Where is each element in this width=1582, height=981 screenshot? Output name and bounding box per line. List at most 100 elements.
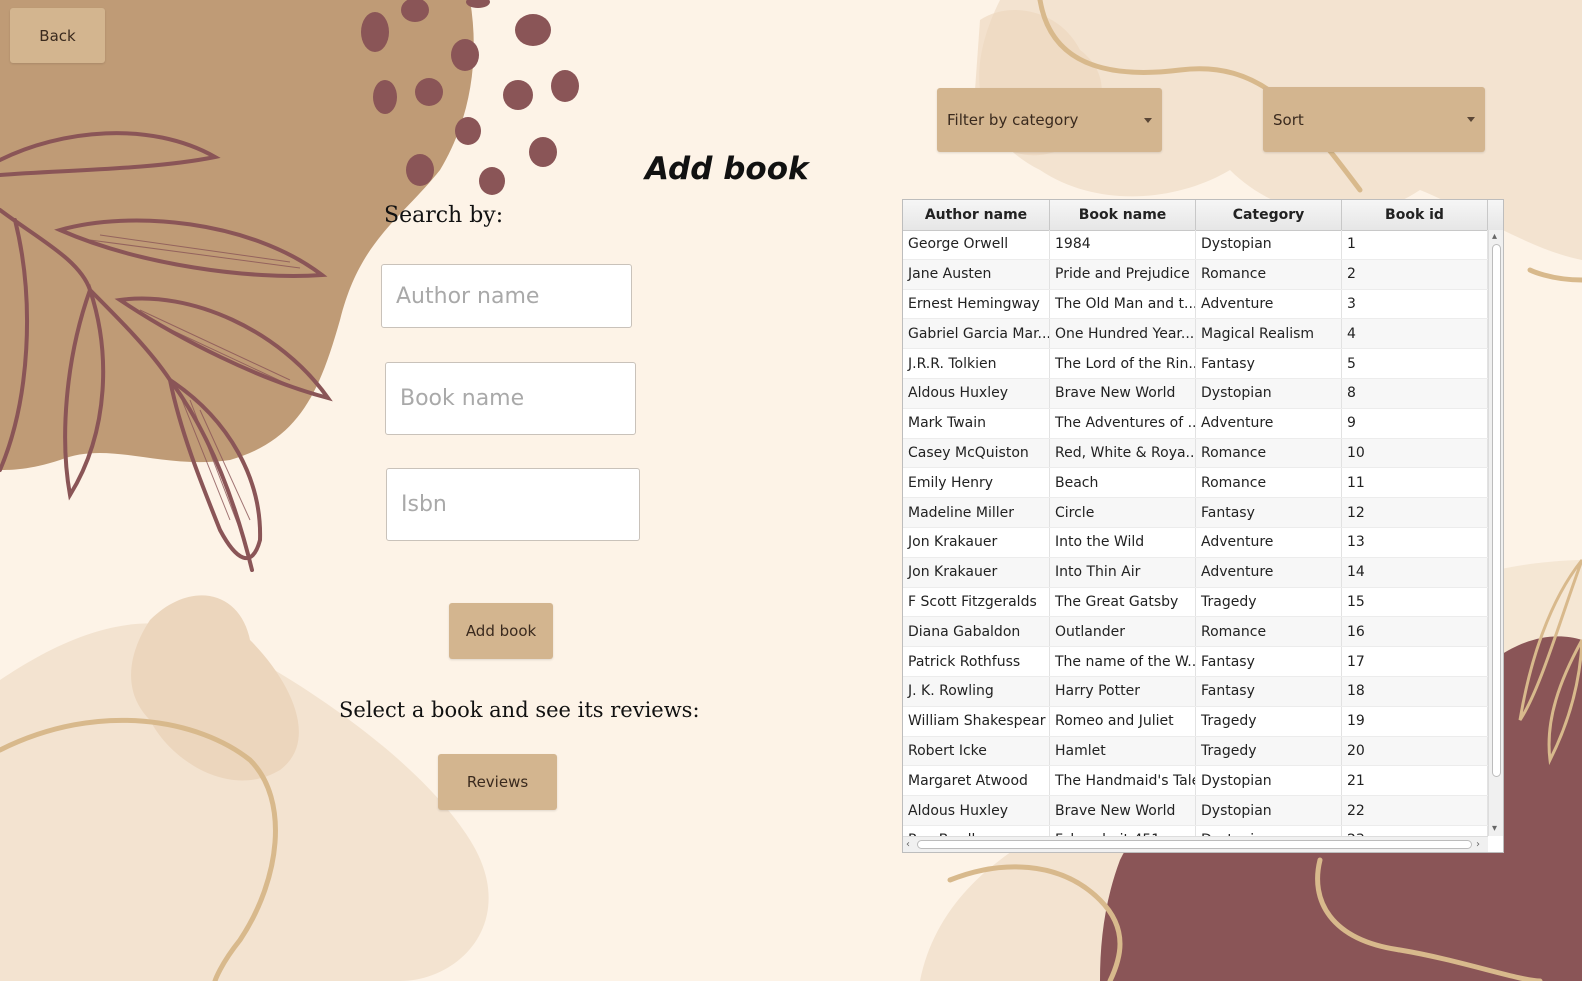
cell-author: J. K. Rowling [903, 676, 1050, 706]
cell-author: Robert Icke [903, 736, 1050, 766]
cell-book: Circle [1050, 498, 1196, 527]
cell-book-id: 10 [1342, 438, 1488, 468]
cell-author: Jon Krakauer [903, 527, 1050, 557]
table-row[interactable]: Ernest Hemingway The Old Man and t... Adve… [903, 289, 1488, 320]
isbn-input[interactable] [386, 468, 640, 541]
table-row[interactable]: Aldous Huxley Brave New World Dystopian 22 [903, 796, 1488, 826]
cell-author: Jane Austen [903, 259, 1050, 289]
cell-book: One Hundred Year... [1050, 319, 1196, 349]
table-row[interactable]: George Orwell 1984 Dystopian 1 [903, 230, 1488, 260]
table-row[interactable]: Gabriel Garcia Mar... One Hundred Year...… [903, 319, 1488, 350]
table-row[interactable]: Jon Krakauer Into Thin Air Adventure 14 [903, 557, 1488, 588]
table-body: George Orwell 1984 Dystopian 1 Jane Austen Pr… [903, 230, 1488, 836]
back-button[interactable]: Back [10, 8, 105, 63]
table-row[interactable]: Patrick Rothfuss The name of the W... Fant… [903, 647, 1488, 677]
column-header-category[interactable]: Category [1196, 200, 1342, 230]
cell-book: Hamlet [1050, 736, 1196, 766]
scroll-right-icon[interactable]: › [1476, 840, 1480, 850]
cell-category: Romance [1196, 259, 1342, 289]
cell-category: Dystopian [1196, 378, 1342, 408]
cell-author: Gabriel Garcia Mar... [903, 319, 1050, 349]
cell-book-id: 20 [1342, 736, 1488, 766]
cell-book-id: 3 [1342, 289, 1488, 319]
book-name-input[interactable] [385, 362, 636, 435]
cell-book-id: 9 [1342, 408, 1488, 438]
horizontal-scrollbar[interactable]: ‹ › [903, 836, 1488, 852]
cell-category: Magical Realism [1196, 319, 1342, 349]
cell-author: William Shakespear [903, 706, 1050, 736]
cell-author: George Orwell [903, 230, 1050, 259]
cell-author: Diana Gabaldon [903, 617, 1050, 647]
table-row[interactable]: Mark Twain The Adventures of ... Adventure… [903, 408, 1488, 439]
table-row[interactable]: William Shakespear Romeo and Juliet Traged… [903, 706, 1488, 737]
books-table[interactable]: Author name Book name Category Book id G… [902, 199, 1504, 853]
vertical-scrollbar[interactable]: ▴ ▾ [1488, 230, 1503, 836]
cell-book: Beach [1050, 468, 1196, 498]
add-book-button[interactable]: Add book [449, 603, 553, 659]
table-row[interactable]: J. K. Rowling Harry Potter Fantasy 18 [903, 676, 1488, 707]
table-header-corner [1488, 200, 1503, 230]
cell-book: Red, White & Roya... [1050, 438, 1196, 468]
table-row[interactable]: Casey McQuiston Red, White & Roya... Roman… [903, 438, 1488, 469]
sort-combo[interactable]: Sort [1263, 87, 1485, 152]
cell-author: Aldous Huxley [903, 796, 1050, 825]
cell-book-id: 16 [1342, 617, 1488, 647]
cell-book-id: 17 [1342, 647, 1488, 676]
table-row[interactable]: Robert Icke Hamlet Tragedy 20 [903, 736, 1488, 767]
cell-category: Fantasy [1196, 349, 1342, 378]
column-header-book-id[interactable]: Book id [1342, 200, 1488, 230]
cell-book-id: 4 [1342, 319, 1488, 349]
table-row[interactable]: Madeline Miller Circle Fantasy 12 [903, 498, 1488, 528]
cell-category: Tragedy [1196, 706, 1342, 736]
vertical-scroll-thumb[interactable] [1492, 244, 1501, 777]
table-row[interactable]: Diana Gabaldon Outlander Romance 16 [903, 617, 1488, 648]
cell-book: The Lord of the Rin... [1050, 349, 1196, 378]
cell-category: Adventure [1196, 408, 1342, 438]
column-header-book[interactable]: Book name [1050, 200, 1196, 230]
cell-author: Margaret Atwood [903, 766, 1050, 796]
filter-category-combo[interactable]: Filter by category [937, 88, 1162, 152]
table-row[interactable]: Emily Henry Beach Romance 11 [903, 468, 1488, 499]
cell-category: Fantasy [1196, 676, 1342, 706]
cell-category: Fantasy [1196, 498, 1342, 527]
table-row[interactable]: Ray BradburyFahrenheit 451Dystopian23 [903, 825, 1488, 836]
scroll-down-icon[interactable]: ▾ [1492, 824, 1497, 834]
table-row[interactable]: Margaret Atwood The Handmaid's Tale Dystop… [903, 766, 1488, 797]
cell-category: Dystopian [1196, 766, 1342, 796]
cell-author: Mark Twain [903, 408, 1050, 438]
cell-book: The name of the W... [1050, 647, 1196, 676]
cell-book: Fahrenheit 451 [1050, 825, 1196, 836]
cell-book: Into the Wild [1050, 527, 1196, 557]
table-row[interactable]: Jon Krakauer Into the Wild Adventure 13 [903, 527, 1488, 558]
sort-label: Sort [1273, 110, 1304, 129]
reviews-button[interactable]: Reviews [438, 754, 557, 810]
scroll-left-icon[interactable]: ‹ [906, 840, 910, 850]
table-row[interactable]: J.R.R. Tolkien The Lord of the Rin... Fant… [903, 349, 1488, 379]
cell-book-id: 18 [1342, 676, 1488, 706]
cell-book: 1984 [1050, 230, 1196, 259]
cell-book: The Old Man and t... [1050, 289, 1196, 319]
scroll-up-icon[interactable]: ▴ [1492, 232, 1497, 242]
horizontal-scroll-thumb[interactable] [917, 840, 1472, 849]
table-row[interactable]: F Scott Fitzgeralds The Great Gatsby Trage… [903, 587, 1488, 618]
cell-author: J.R.R. Tolkien [903, 349, 1050, 378]
cell-category: Romance [1196, 438, 1342, 468]
cell-author: F Scott Fitzgeralds [903, 587, 1050, 617]
cell-category: Tragedy [1196, 736, 1342, 766]
table-row[interactable]: Aldous Huxley Brave New World Dystopian 8 [903, 378, 1488, 409]
cell-book: Outlander [1050, 617, 1196, 647]
table-row[interactable]: Jane Austen Pride and Prejudice Romance 2 [903, 259, 1488, 290]
author-name-input[interactable] [381, 264, 632, 328]
chevron-down-icon [1467, 117, 1475, 122]
search-by-label: Search by: [384, 203, 504, 228]
cell-author: Aldous Huxley [903, 378, 1050, 408]
cell-book-id: 23 [1342, 825, 1488, 836]
cell-book: Brave New World [1050, 796, 1196, 825]
cell-book-id: 19 [1342, 706, 1488, 736]
cell-book: The Adventures of ... [1050, 408, 1196, 438]
cell-category: Adventure [1196, 527, 1342, 557]
cell-category: Adventure [1196, 557, 1342, 587]
cell-book-id: 12 [1342, 498, 1488, 527]
cell-book-id: 14 [1342, 557, 1488, 587]
column-header-author[interactable]: Author name [903, 200, 1050, 230]
